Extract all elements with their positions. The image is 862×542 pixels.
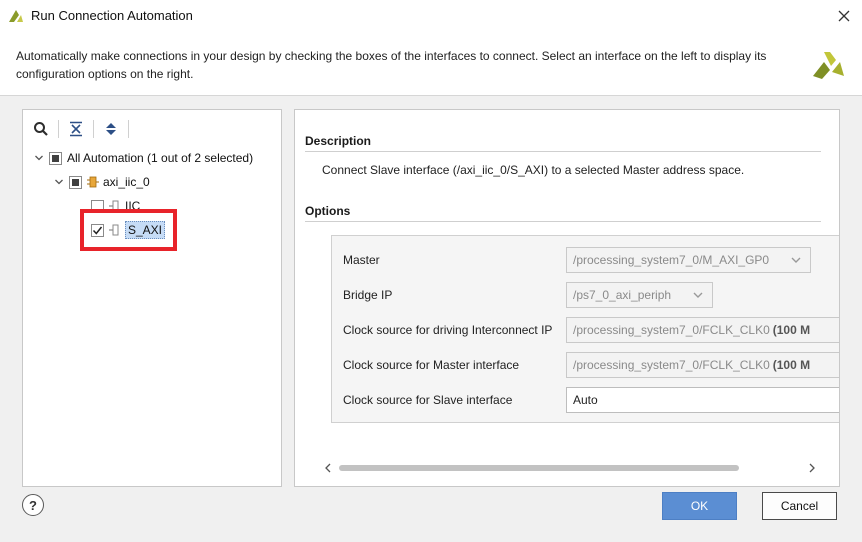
ok-button[interactable]: OK xyxy=(662,492,737,520)
all-automation-checkbox[interactable] xyxy=(49,151,62,165)
options-form: Master /processing_system7_0/M_AXI_GP0 B… xyxy=(331,235,839,423)
expand-all-icon[interactable] xyxy=(101,119,121,139)
xilinx-logo-icon xyxy=(810,46,846,82)
chevron-down-icon xyxy=(790,254,802,266)
scroll-left-icon[interactable] xyxy=(323,462,333,474)
master-clock-label: Clock source for Master interface xyxy=(343,358,520,372)
title-bar: Run Connection Automation xyxy=(0,0,862,32)
tree-toolbar xyxy=(23,110,281,148)
cancel-button[interactable]: Cancel xyxy=(762,492,837,520)
all-automation-label: All Automation (1 out of 2 selected) xyxy=(67,151,254,165)
chevron-down-icon xyxy=(692,289,704,301)
horizontal-scrollbar[interactable] xyxy=(323,460,817,476)
interconnect-clock-label: Clock source for driving Interconnect IP xyxy=(343,323,553,337)
bridge-ip-label: Bridge IP xyxy=(343,288,393,302)
axi-iic-0-label: axi_iic_0 xyxy=(103,175,150,189)
configuration-panel: Description Connect Slave interface (/ax… xyxy=(294,109,840,487)
tree-row-all-automation[interactable]: All Automation (1 out of 2 selected) xyxy=(33,148,253,168)
master-select: /processing_system7_0/M_AXI_GP0 xyxy=(566,247,811,273)
options-heading: Options xyxy=(305,204,351,218)
interface-tree-panel: All Automation (1 out of 2 selected) axi… xyxy=(22,109,282,487)
description-text: Connect Slave interface (/axi_iic_0/S_AX… xyxy=(322,163,745,177)
description-divider xyxy=(305,151,821,152)
header-description: Automatically make connections in your d… xyxy=(16,49,767,81)
ip-block-icon xyxy=(87,175,99,189)
master-label: Master xyxy=(343,253,380,267)
collapse-all-icon[interactable] xyxy=(66,119,86,139)
options-divider xyxy=(305,221,821,222)
slave-clock-select[interactable]: Auto xyxy=(566,387,839,413)
chevron-down-icon[interactable] xyxy=(53,176,65,188)
bridge-ip-select: /ps7_0_axi_periph xyxy=(566,282,713,308)
vivado-logo-icon xyxy=(8,8,24,24)
scroll-right-icon[interactable] xyxy=(807,462,817,474)
scrollbar-thumb[interactable] xyxy=(339,465,739,471)
tree-row-axi-iic-0[interactable]: axi_iic_0 xyxy=(53,172,150,192)
dialog-header: Automatically make connections in your d… xyxy=(0,32,862,96)
window-title: Run Connection Automation xyxy=(31,8,193,23)
search-icon[interactable] xyxy=(31,119,51,139)
slave-clock-label: Clock source for Slave interface xyxy=(343,393,513,407)
master-clock-field: /processing_system7_0/FCLK_CLK0 (100 M xyxy=(566,352,839,378)
interconnect-clock-field: /processing_system7_0/FCLK_CLK0 (100 M xyxy=(566,317,839,343)
annotation-highlight-box xyxy=(80,209,177,251)
help-button[interactable]: ? xyxy=(22,494,44,516)
close-icon[interactable] xyxy=(834,6,854,26)
description-heading: Description xyxy=(305,134,372,148)
chevron-down-icon[interactable] xyxy=(33,152,45,164)
axi-iic-0-checkbox[interactable] xyxy=(69,175,82,189)
